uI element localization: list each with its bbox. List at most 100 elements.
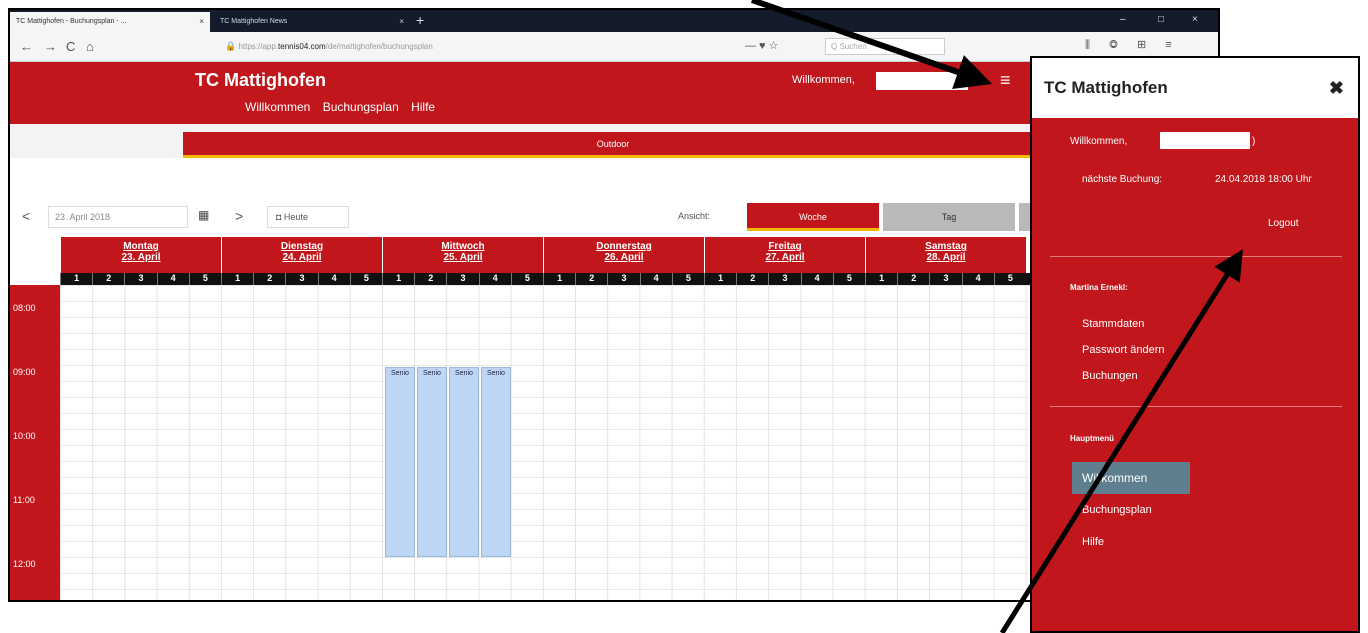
court-number: 2 <box>92 273 124 285</box>
court-number: 1 <box>704 273 736 285</box>
logout-link[interactable]: Logout <box>1268 218 1299 229</box>
court-number: 3 <box>607 273 639 285</box>
court-number: 3 <box>768 273 800 285</box>
prev-week-button[interactable]: < <box>22 208 30 224</box>
court-number: 4 <box>639 273 672 285</box>
court-number: 2 <box>575 273 607 285</box>
court-number: 1 <box>60 273 92 285</box>
date-input[interactable]: 23. April 2018 <box>48 206 188 228</box>
toolbar-icons[interactable]: ⫼ ◎ ⊞ ≡ <box>1085 38 1180 52</box>
time-label: 09:00 <box>13 367 36 377</box>
day-name: Donnerstag <box>596 241 652 252</box>
booking-block[interactable]: Senio <box>481 367 511 557</box>
welcome-text: Willkommen, <box>792 74 855 86</box>
day-header: Freitag 27. April <box>704 237 865 273</box>
time-column: 08:00 09:00 10:00 11:00 12:00 <box>10 285 60 600</box>
court-number: 2 <box>897 273 929 285</box>
day-name: Mittwoch <box>441 241 485 252</box>
nav-buchungsplan[interactable]: Buchungsplan <box>323 100 399 114</box>
new-tab-button[interactable]: + <box>416 12 424 28</box>
url-suffix: /de/mattighofen/buchungsplan <box>325 42 433 51</box>
close-tab-icon[interactable]: × <box>399 17 404 26</box>
day-header: Samstag 28. April <box>865 237 1026 273</box>
day-name: Samstag <box>925 241 967 252</box>
forward-icon[interactable]: → <box>44 39 57 54</box>
url-prefix: https://app. <box>238 42 279 51</box>
nav-hilfe[interactable]: Hilfe <box>411 100 435 114</box>
court-number: 1 <box>543 273 575 285</box>
search-input[interactable]: Q Suchen <box>825 38 945 55</box>
divider <box>1050 256 1342 257</box>
day-date: 23. April <box>121 252 161 263</box>
panel-welcome: Willkommen, <box>1070 136 1128 147</box>
booking-block[interactable]: Senio <box>449 367 479 557</box>
close-window-icon[interactable]: × <box>1192 14 1198 25</box>
court-number: 3 <box>124 273 156 285</box>
day-header: Donnerstag 26. April <box>543 237 704 273</box>
menu-icon[interactable]: ≡ <box>1000 70 1011 91</box>
url-text: 🔒 https://app.tennis04.com/de/mattighofe… <box>225 41 433 52</box>
minimize-icon[interactable]: – <box>1120 14 1126 25</box>
time-label: 11:00 <box>13 495 35 505</box>
url-bar[interactable]: 🔒 https://app.tennis04.com/de/mattighofe… <box>225 37 1025 57</box>
close-tab-icon[interactable]: × <box>199 17 204 26</box>
main-menu-heading: Hauptmenü <box>1070 434 1114 443</box>
brand-title[interactable]: TC Mattighofen <box>195 70 326 91</box>
tab-buchungsplan[interactable]: TC Mattighofen - Buchungsplan - ... × <box>10 12 210 32</box>
tab-bar: TC Mattighofen - Buchungsplan - ... × TC… <box>10 10 1218 32</box>
link-buchungen[interactable]: Buchungen <box>1082 370 1138 382</box>
tab-title: TC Mattighofen - Buchungsplan - ... <box>16 18 127 25</box>
court-number: 3 <box>446 273 478 285</box>
time-label: 12:00 <box>13 559 36 569</box>
court-number: 2 <box>736 273 768 285</box>
court-number: 4 <box>800 273 833 285</box>
divider <box>1050 406 1342 407</box>
home-icon[interactable]: ⌂ <box>86 39 94 54</box>
url-actions-icons[interactable]: — ♥ ☆ <box>745 39 779 52</box>
court-number: 3 <box>285 273 317 285</box>
redacted-username <box>1160 132 1250 149</box>
back-icon[interactable]: ← <box>20 39 33 54</box>
menu-buchungsplan[interactable]: Buchungsplan <box>1082 504 1152 516</box>
main-nav: Willkommen Buchungsplan Hilfe <box>245 100 444 114</box>
court-number: 5 <box>510 273 543 285</box>
court-number: 5 <box>993 273 1026 285</box>
close-icon[interactable]: ✖ <box>1329 78 1344 99</box>
panel-header: TC Mattighofen ✖ <box>1032 58 1358 118</box>
calendar-icon[interactable]: ▦ <box>198 208 209 222</box>
maximize-icon[interactable]: □ <box>1158 14 1164 25</box>
nav-willkommen[interactable]: Willkommen <box>245 100 310 114</box>
court-number: 4 <box>961 273 994 285</box>
court-number: 3 <box>929 273 961 285</box>
next-week-button[interactable]: > <box>235 208 243 224</box>
day-date: 25. April <box>443 252 483 263</box>
tab-outdoor[interactable]: Outdoor <box>183 132 1043 158</box>
court-number: 4 <box>478 273 511 285</box>
separator: | <box>980 72 983 84</box>
today-button[interactable]: ◘ Heute <box>267 206 349 228</box>
link-passwort-aendern[interactable]: Passwort ändern <box>1082 344 1165 356</box>
reload-icon[interactable]: C <box>66 39 75 54</box>
next-booking-value: 24.04.2018 18:00 Uhr <box>1215 174 1312 185</box>
day-name: Dienstag <box>280 241 324 252</box>
tab-news[interactable]: TC Mattighofen News × <box>214 12 410 32</box>
link-stammdaten[interactable]: Stammdaten <box>1082 318 1144 330</box>
day-date: 27. April <box>765 252 805 263</box>
day-date: 28. April <box>926 252 966 263</box>
court-number: 4 <box>317 273 350 285</box>
court-number: 5 <box>349 273 382 285</box>
view-week-button[interactable]: Woche <box>747 203 879 231</box>
menu-hilfe[interactable]: Hilfe <box>1082 536 1104 548</box>
day-header: Mittwoch 25. April <box>382 237 543 273</box>
court-number: 5 <box>832 273 865 285</box>
user-heading: Martina Ernekl: <box>1070 283 1128 292</box>
tab-title: TC Mattighofen News <box>220 18 288 25</box>
time-label: 08:00 <box>13 303 36 313</box>
booking-block[interactable]: Senio <box>385 367 415 557</box>
view-day-button[interactable]: Tag <box>883 203 1015 231</box>
menu-willkommen[interactable]: Willkommen <box>1082 471 1147 485</box>
booking-block[interactable]: Senio <box>417 367 447 557</box>
court-number: 5 <box>671 273 704 285</box>
day-date: 24. April <box>282 252 322 263</box>
court-number: 2 <box>253 273 285 285</box>
